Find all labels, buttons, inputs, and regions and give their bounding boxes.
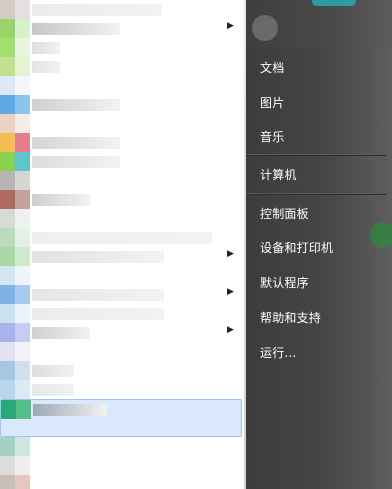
program-row[interactable] (0, 0, 246, 19)
program-row[interactable] (0, 57, 246, 76)
link-help-support[interactable]: 帮助和支持 (260, 309, 321, 326)
program-label-blurred (32, 289, 164, 301)
program-icon (0, 190, 30, 209)
separator (246, 154, 386, 156)
user-orb-icon (252, 15, 278, 41)
link-run[interactable]: 运行... (260, 344, 296, 361)
program-row[interactable] (0, 114, 246, 133)
program-label-blurred (32, 99, 120, 111)
program-label-blurred (32, 384, 74, 396)
user-picture-edge (312, 0, 356, 6)
program-icon (0, 342, 30, 361)
program-icon (0, 266, 30, 285)
program-icon (0, 456, 30, 475)
program-icon (0, 0, 30, 19)
program-icon (0, 228, 30, 247)
program-label-blurred (32, 232, 212, 244)
program-row[interactable] (0, 38, 246, 57)
program-icon (1, 400, 31, 419)
program-row[interactable] (0, 437, 246, 456)
program-icon (0, 114, 30, 133)
link-music[interactable]: 音乐 (260, 128, 284, 145)
program-icon (0, 152, 30, 171)
program-label-blurred (32, 137, 120, 149)
program-icon (0, 38, 30, 57)
background-blob (370, 222, 392, 248)
program-icon (0, 76, 30, 95)
program-label-blurred (32, 251, 164, 263)
submenu-arrow-icon: ▶ (227, 287, 234, 297)
program-icon (0, 285, 30, 304)
program-row[interactable] (0, 190, 246, 209)
program-label-blurred (32, 327, 90, 339)
link-default-programs[interactable]: 默认程序 (260, 274, 309, 291)
program-row[interactable] (0, 95, 246, 114)
program-row[interactable]: ▶ (0, 19, 246, 38)
program-row[interactable] (0, 475, 246, 489)
program-row[interactable] (0, 380, 246, 399)
program-icon (0, 361, 30, 380)
program-label-blurred (32, 194, 90, 206)
program-row[interactable] (0, 456, 246, 475)
link-computer[interactable]: 计算机 (260, 166, 297, 183)
program-icon (0, 304, 30, 323)
program-label-blurred (33, 404, 107, 416)
program-row[interactable]: ▶ (0, 247, 246, 266)
program-icon (0, 209, 30, 228)
start-menu: ▶ ▶ ▶ ▶ 文档 图片 音乐 计算机 控制面板 设备和打印机 默认程序 帮助和支持… (0, 0, 392, 489)
program-list: ▶ ▶ ▶ ▶ (0, 0, 246, 489)
program-icon (0, 247, 30, 266)
separator (246, 193, 386, 195)
program-label-blurred (32, 61, 60, 73)
program-icon (0, 133, 30, 152)
user-area-blur (246, 0, 392, 48)
program-row[interactable] (0, 342, 246, 361)
start-menu-links-panel: 文档 图片 音乐 计算机 控制面板 设备和打印机 默认程序 帮助和支持 运行..… (246, 0, 392, 489)
program-label-blurred (32, 365, 74, 377)
program-label-blurred (32, 4, 162, 16)
program-row-selected[interactable] (0, 399, 242, 437)
program-icon (0, 323, 30, 342)
program-row[interactable] (0, 133, 246, 152)
program-row[interactable] (0, 171, 246, 190)
submenu-arrow-icon: ▶ (227, 325, 234, 335)
program-icon (0, 95, 30, 114)
program-row[interactable] (0, 304, 246, 323)
link-devices-printers[interactable]: 设备和打印机 (260, 239, 333, 256)
program-icon (0, 19, 30, 38)
link-control-panel[interactable]: 控制面板 (260, 205, 309, 222)
program-icon (0, 437, 30, 456)
link-pictures[interactable]: 图片 (260, 94, 284, 111)
program-label-blurred (32, 308, 164, 320)
program-icon (0, 380, 30, 399)
submenu-arrow-icon: ▶ (227, 21, 234, 31)
program-icon (0, 57, 30, 76)
program-row[interactable]: ▶ (0, 323, 246, 342)
link-documents[interactable]: 文档 (260, 59, 284, 76)
program-row[interactable]: ▶ (0, 285, 246, 304)
submenu-arrow-icon: ▶ (227, 249, 234, 259)
program-row[interactable] (0, 228, 246, 247)
program-icon (0, 171, 30, 190)
program-icon (0, 475, 30, 489)
program-row[interactable] (0, 361, 246, 380)
program-row[interactable] (0, 152, 246, 171)
program-row[interactable] (0, 209, 246, 228)
program-row[interactable] (0, 266, 246, 285)
program-label-blurred (32, 23, 120, 35)
program-row[interactable] (0, 76, 246, 95)
program-label-blurred (32, 156, 120, 168)
program-label-blurred (32, 42, 60, 54)
